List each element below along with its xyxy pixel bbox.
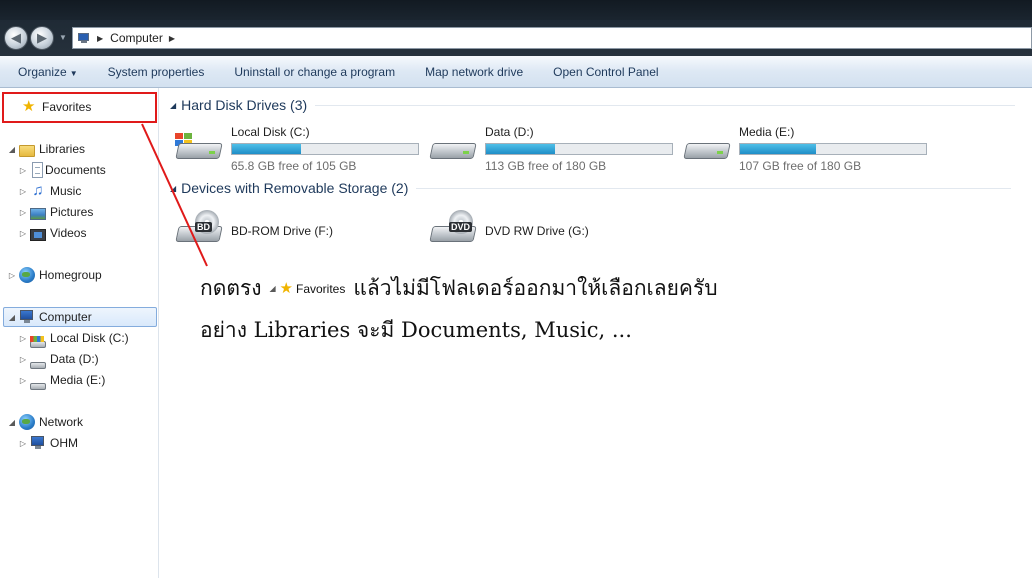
- star-icon: ★: [279, 279, 293, 297]
- annotation-line-2: อย่าง Libraries จะมี Documents, Music, .…: [200, 318, 632, 342]
- annotation-line-1: กดตรง ◢ ★ Favorites แล้วไม่มีโฟลเดอร์ออก…: [200, 272, 718, 305]
- inline-favorites-item: ◢ ★ Favorites: [268, 279, 346, 297]
- annotation-text: กดตรง: [200, 276, 262, 300]
- favorites-label: Favorites: [295, 281, 346, 296]
- annotation-text: แล้วไม่มีโฟลเดอร์ออกมาให้เลือกเลยครับ: [353, 276, 718, 300]
- expanded-triangle-icon: ◢: [269, 284, 276, 293]
